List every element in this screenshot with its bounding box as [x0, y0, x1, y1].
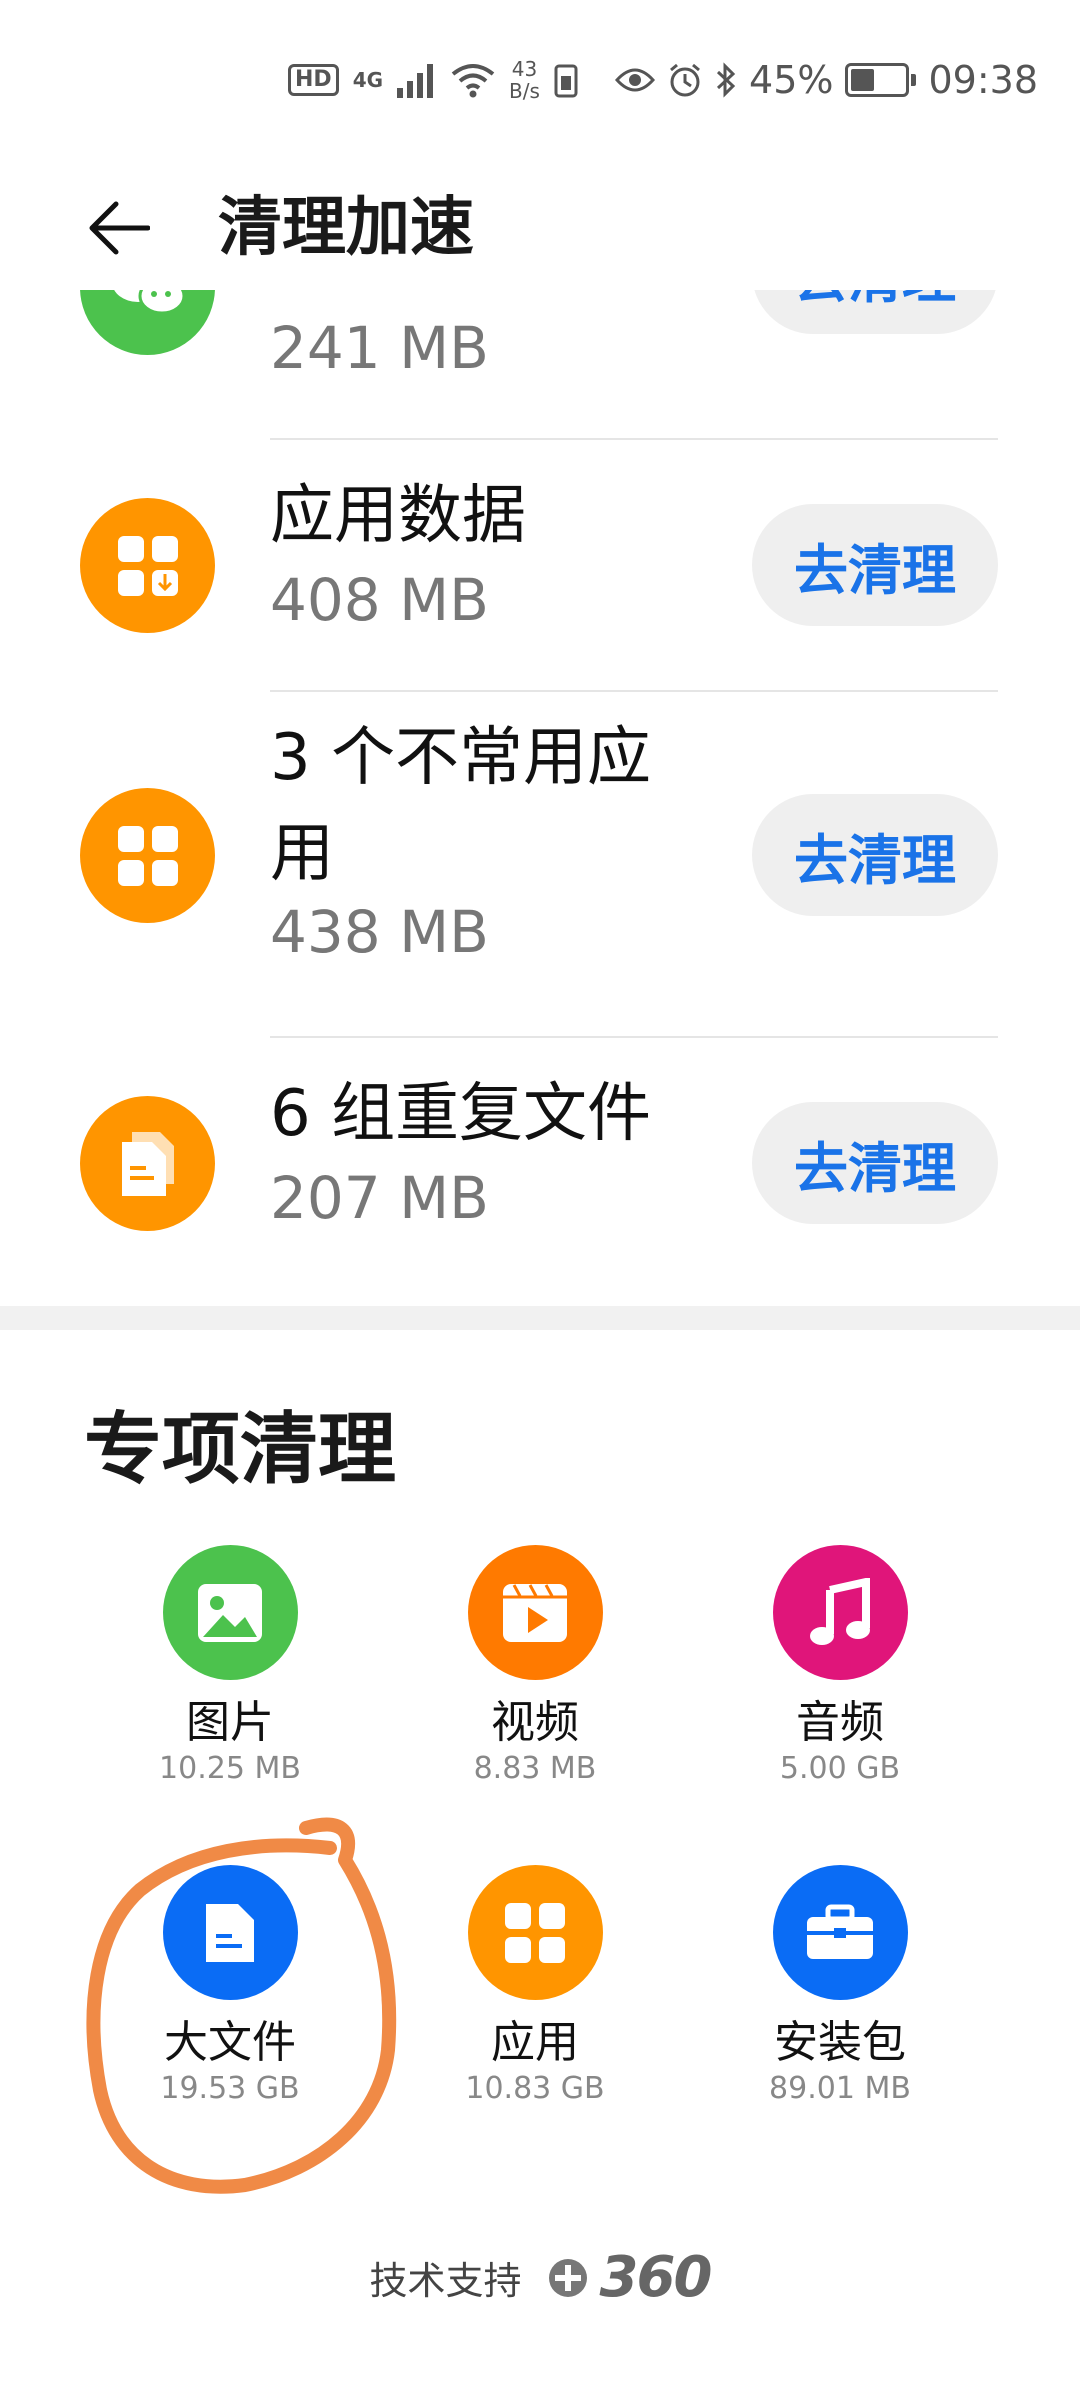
item-label: 视频	[491, 1697, 579, 1748]
duplicate-files-icon	[80, 1096, 215, 1231]
clock: 09:38	[928, 58, 1038, 102]
special-item-install-packages[interactable]: 安装包 89.01 MB	[690, 1865, 990, 2108]
alarm-icon	[670, 63, 700, 97]
battery-percent: 45%	[749, 58, 834, 102]
toolbox-icon	[772, 1865, 908, 2000]
brand-name: 360	[599, 2245, 713, 2310]
divider	[270, 1036, 998, 1038]
network-speed: 43 B/s	[509, 58, 540, 102]
item-label: 大文件	[164, 2017, 296, 2068]
special-item-images[interactable]: 图片 10.25 MB	[80, 1545, 380, 1788]
apps-grid-icon	[467, 1865, 603, 2000]
clean-button[interactable]: 去清理	[752, 504, 998, 626]
hd-badge: HD	[288, 64, 339, 96]
item-size: 19.53 GB	[160, 2071, 300, 2106]
divider	[270, 690, 998, 692]
bluetooth-icon	[716, 62, 736, 98]
clean-button[interactable]: 去清理	[752, 290, 998, 334]
item-label: 应用	[491, 2017, 579, 2068]
special-item-videos[interactable]: 视频 8.83 MB	[385, 1545, 685, 1788]
speed-unit: B/s	[509, 79, 540, 103]
item-name: 应用数据	[270, 479, 526, 553]
item-label: 安装包	[774, 2017, 906, 2068]
cleanup-list: 241 MB 去清理 应用数据 408 MB 去清理 3 个不常用应用 438 …	[0, 290, 1080, 1330]
back-button[interactable]	[78, 188, 158, 268]
footer: 技术支持 360	[0, 2245, 1080, 2310]
item-size: 5.00 GB	[779, 1751, 901, 1786]
back-arrow-icon	[89, 201, 150, 255]
item-size: 207 MB	[270, 1164, 489, 1232]
footer-text: 技术支持	[369, 2259, 522, 2303]
app-header: 清理加速	[0, 160, 1080, 290]
item-name: 6 组重复文件	[270, 1077, 652, 1151]
special-item-large-files[interactable]: 大文件 19.53 GB	[80, 1865, 380, 2108]
music-icon	[772, 1545, 908, 1680]
video-icon	[467, 1545, 603, 1680]
item-size: 438 MB	[270, 898, 489, 966]
item-size: 408 MB	[270, 566, 489, 634]
app-data-icon	[80, 498, 215, 633]
status-right: 45% 09:38	[615, 52, 1038, 108]
wechat-icon	[80, 290, 215, 355]
divider	[270, 438, 998, 440]
page-title: 清理加速	[218, 191, 474, 265]
document-icon	[162, 1865, 298, 2000]
item-size: 8.83 MB	[473, 1751, 597, 1786]
360-logo-icon	[548, 2258, 587, 2297]
speed-value: 43	[511, 57, 538, 81]
clean-button[interactable]: 去清理	[752, 794, 998, 916]
apps-grid-icon	[80, 788, 215, 923]
battery-icon	[845, 63, 917, 97]
item-size: 10.25 MB	[159, 1751, 301, 1786]
item-size: 241 MB	[270, 314, 489, 382]
network-type: 4G	[352, 68, 384, 92]
sim-icon	[554, 64, 578, 98]
item-label: 图片	[186, 1697, 274, 1748]
image-icon	[162, 1545, 298, 1680]
item-name: 3 个不常用应用	[270, 721, 652, 891]
signal-icon	[397, 64, 434, 98]
status-bar: HD 4G 43 B/s 45% 09:38	[0, 0, 1080, 160]
eye-icon	[615, 68, 656, 92]
clean-button[interactable]: 去清理	[752, 1102, 998, 1224]
item-size: 10.83 GB	[465, 2071, 605, 2106]
section-separator	[0, 1306, 1080, 1330]
item-label: 音频	[796, 1697, 884, 1748]
wifi-icon	[451, 64, 495, 98]
special-item-apps[interactable]: 应用 10.83 GB	[385, 1865, 685, 2108]
status-left: HD 4G 43 B/s	[288, 52, 578, 108]
brand-logo: 360	[546, 2245, 713, 2310]
special-item-audio[interactable]: 音频 5.00 GB	[690, 1545, 990, 1788]
section-title: 专项清理	[84, 1405, 397, 1495]
item-size: 89.01 MB	[769, 2071, 911, 2106]
